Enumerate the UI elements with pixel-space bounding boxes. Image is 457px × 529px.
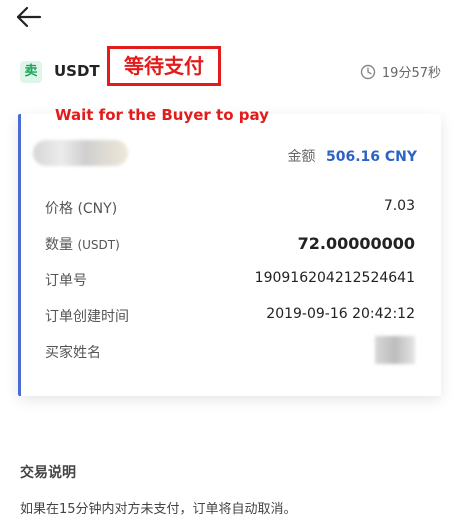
amount-label: 金额	[287, 149, 316, 165]
price-label: 价格 (CNY)	[45, 201, 118, 217]
price-value: 7.03	[383, 198, 415, 214]
trade-notes-title: 交易说明	[20, 465, 76, 481]
order-amount: 金额 506.16 CNY	[288, 146, 417, 166]
countdown-timer: 19分57秒	[360, 62, 441, 81]
order-status: 等待支付	[107, 46, 221, 86]
quantity-label: 数量 (USDT)	[45, 237, 120, 253]
order-number-row: 订单号 190916204212524641	[45, 270, 415, 294]
quantity-value: 72.00000000	[297, 234, 415, 253]
arrow-left-icon	[16, 6, 42, 28]
buyer-name-row: 买家姓名	[45, 336, 415, 366]
redacted-buyer-name	[375, 336, 415, 364]
order-details-card: 金额 506.16 CNY 价格 (CNY) 7.03 数量 (USDT) 72…	[18, 114, 441, 396]
countdown-text: 19分57秒	[381, 66, 441, 81]
amount-value: 506.16 CNY	[325, 149, 417, 165]
back-button[interactable]	[14, 4, 44, 30]
clock-icon	[360, 64, 376, 79]
quantity-unit: (USDT)	[77, 238, 120, 252]
created-time-label: 订单创建时间	[45, 309, 129, 325]
annotation-text: Wait for the Buyer to pay	[55, 106, 269, 124]
quantity-row: 数量 (USDT) 72.00000000	[45, 234, 415, 258]
redacted-counterparty	[33, 140, 128, 166]
price-row: 价格 (CNY) 7.03	[45, 198, 415, 222]
trade-notes-text: 如果在15分钟内对方未支付，订单将自动取消。	[20, 502, 297, 517]
created-time-value: 2019-09-16 20:42:12	[266, 306, 415, 322]
buyer-name-label: 买家姓名	[45, 345, 101, 361]
order-number-value[interactable]: 190916204212524641	[255, 270, 415, 286]
order-number-label: 订单号	[45, 273, 87, 289]
sell-badge: 卖	[20, 61, 42, 83]
created-time-row: 订单创建时间 2019-09-16 20:42:12	[45, 306, 415, 330]
asset-label: USDT	[54, 62, 100, 80]
order-header: 卖 USDT 等待支付 19分57秒	[18, 46, 443, 94]
